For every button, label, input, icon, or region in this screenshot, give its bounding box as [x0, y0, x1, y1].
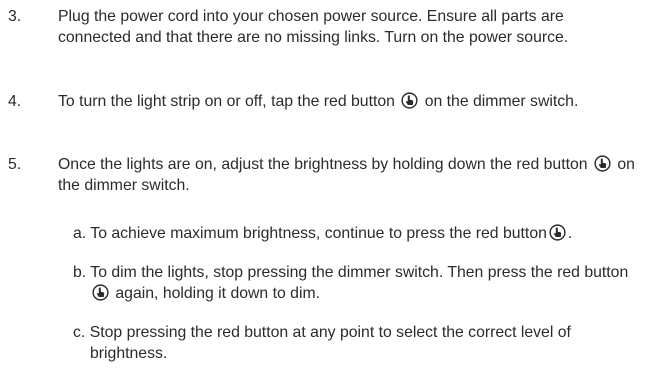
step-number: 5. [8, 156, 22, 173]
step-number: 3. [8, 8, 22, 25]
step-text: Plug the power cord into your chosen pow… [58, 8, 569, 46]
hand-press-button-icon [549, 224, 566, 241]
step-number: 4. [8, 93, 22, 110]
step-text: To turn the light strip on or off, tap t… [58, 92, 579, 110]
hand-press-button-icon [92, 284, 109, 301]
substep-a: a. To achieve maximum brightness, contin… [73, 224, 573, 242]
substep-c: c. Stop pressing the red button at any p… [73, 324, 571, 362]
instruction-page: 3. Plug the power cord into your chosen … [0, 0, 648, 371]
hand-press-button-icon [594, 155, 611, 172]
step-text: Once the lights are on, adjust the brigh… [58, 155, 635, 194]
substep-b: b. To dim the lights, stop pressing the … [73, 264, 629, 302]
hand-press-button-icon [401, 92, 418, 109]
